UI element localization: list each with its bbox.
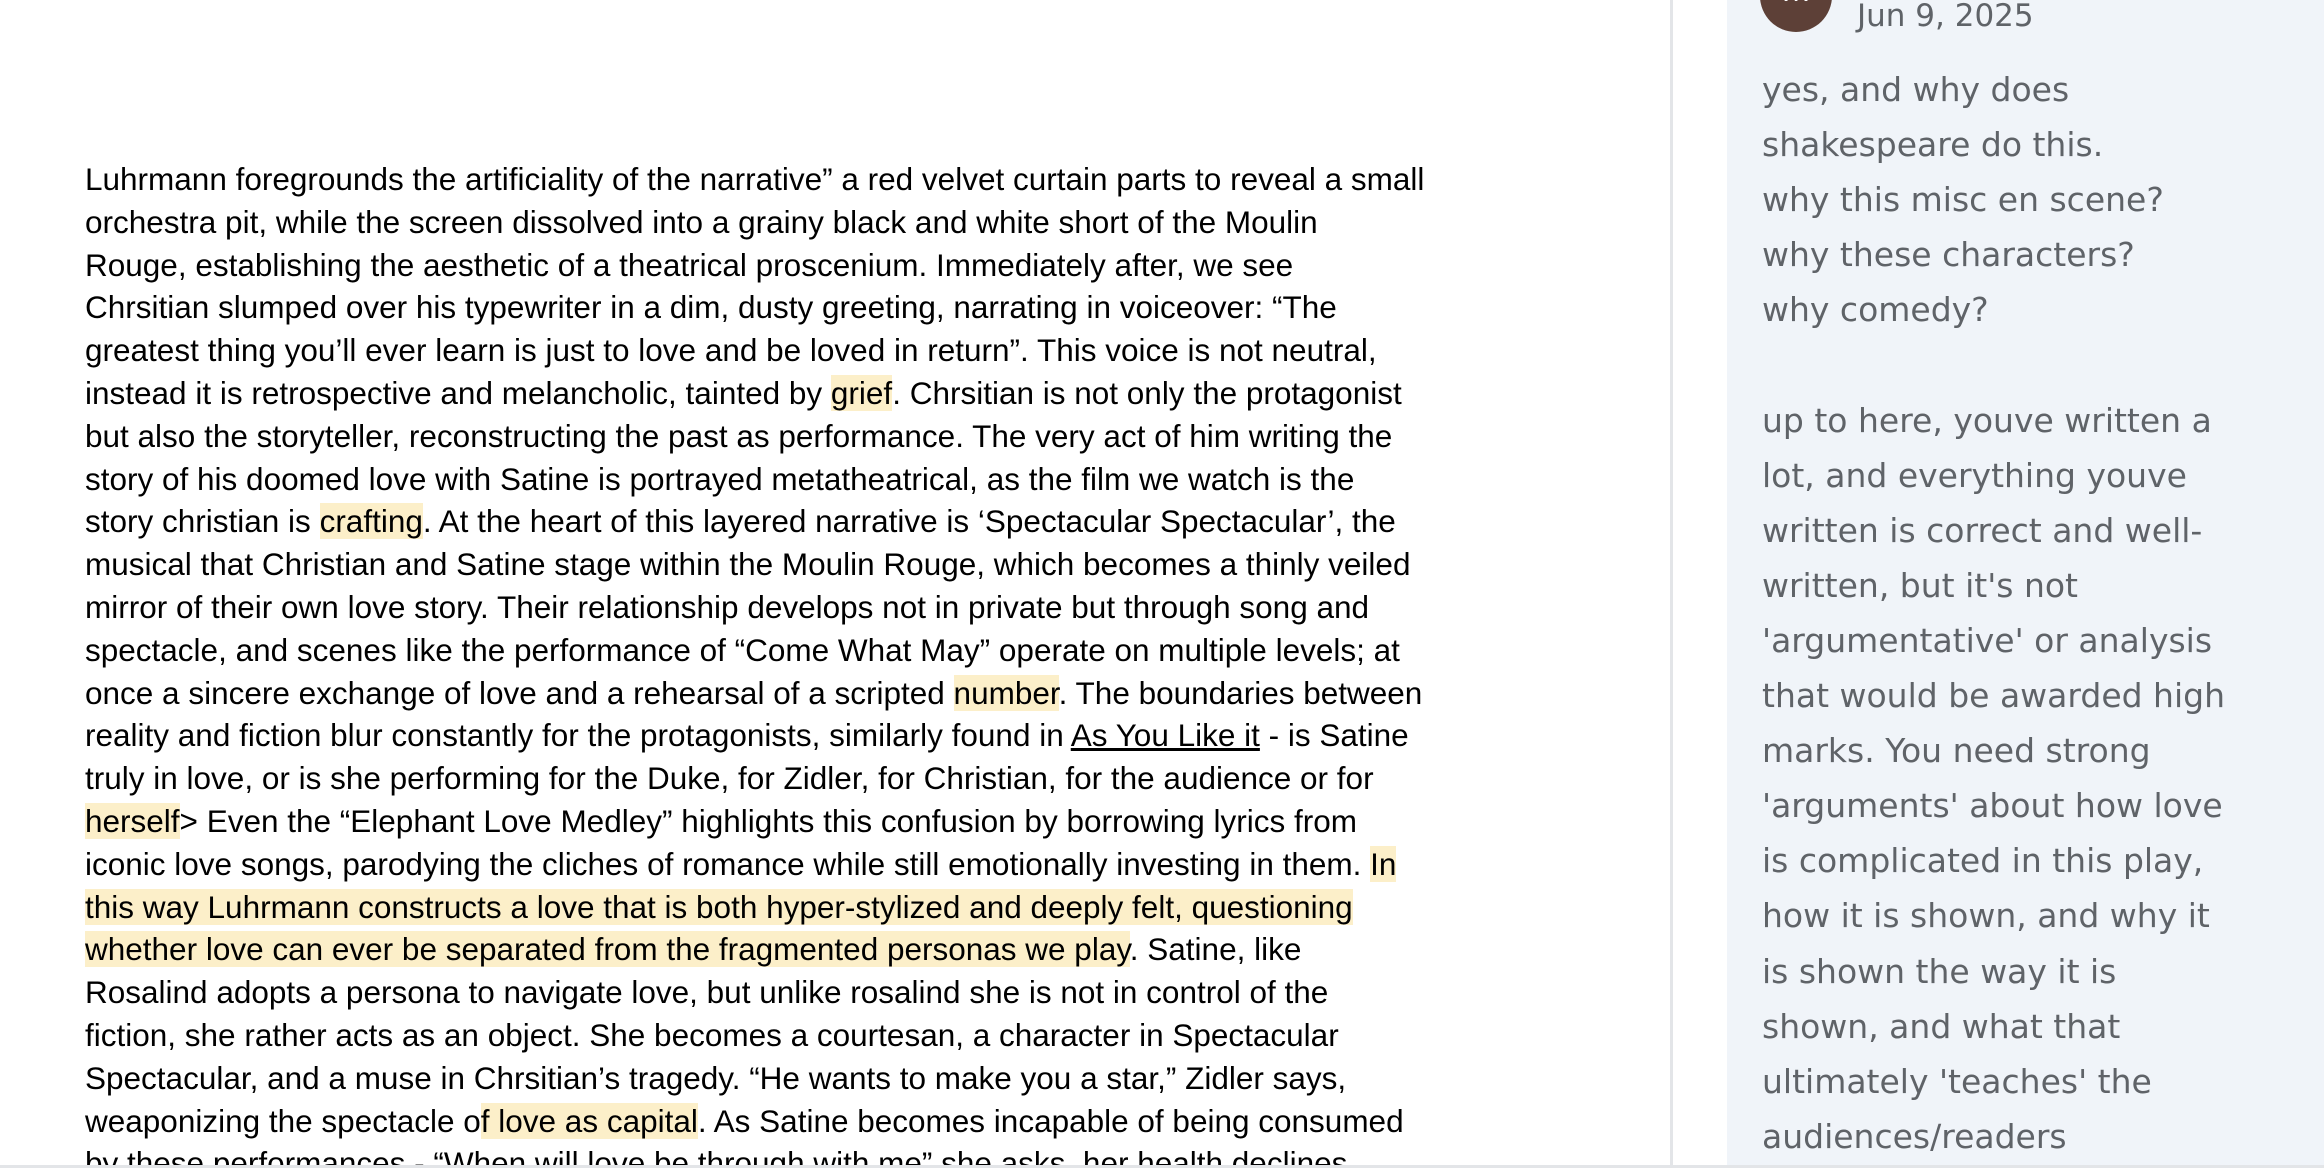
text-run: . Chrsitian is not only the protagonist bbox=[892, 374, 1402, 411]
document-line: fiction, she rather acts as an object. S… bbox=[85, 1014, 1505, 1057]
comment-line: 'arguments' about how love bbox=[1762, 786, 2223, 826]
comment-line: 'argumentative' or analysis bbox=[1762, 620, 2213, 660]
text-run: fiction, she rather acts as an object. S… bbox=[85, 1016, 1339, 1053]
comment-line: ultimately 'teaches' the bbox=[1762, 1061, 2152, 1101]
document-line: Rouge, establishing the aesthetic of a t… bbox=[85, 244, 1505, 287]
text-run: mirror of their own love story. Their re… bbox=[85, 588, 1370, 625]
document-line: but also the storyteller, reconstructing… bbox=[85, 415, 1505, 458]
highlighted-text[interactable]: crafting bbox=[319, 503, 423, 540]
text-run: - is Satine bbox=[1259, 717, 1409, 754]
document-line: weaponizing the spectacle of love as cap… bbox=[85, 1100, 1505, 1143]
text-run: Luhrmann foregrounds the artificiality o… bbox=[85, 161, 1425, 197]
document-line: iconic love songs, parodying the cliches… bbox=[85, 843, 1505, 886]
text-run: Spectacular, and a muse in Chrsitian’s t… bbox=[85, 1059, 1347, 1096]
document-line: spectacle, and scenes like the performan… bbox=[85, 629, 1505, 672]
comment-line: why this misc en scene? bbox=[1762, 180, 2164, 220]
text-run: . As Satine becomes incapable of being c… bbox=[697, 1102, 1404, 1139]
text-run: > Even the “Elephant Love Medley” highli… bbox=[179, 802, 1358, 839]
document-line: greatest thing you’ll ever learn is just… bbox=[85, 329, 1505, 372]
text-run: weaponizing the spectacle o bbox=[85, 1102, 481, 1139]
highlighted-text[interactable]: number bbox=[953, 674, 1059, 711]
comment-line: why these characters? bbox=[1762, 235, 2135, 275]
document-line: Luhrmann foregrounds the artificiality o… bbox=[85, 158, 1505, 201]
comment-line: is shown the way it is bbox=[1762, 951, 2117, 991]
docs-page: Luhrmann foregrounds the artificiality o… bbox=[0, 0, 2324, 1168]
text-run: once a sincere exchange of love and a re… bbox=[85, 674, 954, 711]
document-line: herself> Even the “Elephant Love Medley”… bbox=[85, 800, 1505, 843]
comment-line: lot, and everything youve bbox=[1762, 455, 2187, 495]
text-run: Rosalind adopts a persona to navigate lo… bbox=[85, 974, 1329, 1011]
avatar-initial: M bbox=[1760, 0, 1832, 20]
document-canvas[interactable]: Luhrmann foregrounds the artificiality o… bbox=[0, 0, 1670, 1168]
text-run: reality and fiction blur constantly for … bbox=[85, 717, 1071, 754]
text-run: instead it is retrospective and melancho… bbox=[85, 374, 831, 411]
document-line: whether love can ever be separated from … bbox=[85, 928, 1505, 971]
document-line: this way Luhrmann constructs a love that… bbox=[85, 886, 1505, 929]
text-run: orchestra pit, while the screen dissolve… bbox=[85, 203, 1318, 240]
document-line: Spectacular, and a muse in Chrsitian’s t… bbox=[85, 1057, 1505, 1100]
text-run: story christian is bbox=[85, 503, 320, 540]
comment-line: is complicated in this play, bbox=[1762, 841, 2204, 881]
comment-line: how it is shown, and why it bbox=[1762, 896, 2210, 936]
comment-line: written is correct and well- bbox=[1762, 510, 2203, 550]
document-line: Chrsitian slumped over his typewriter in… bbox=[85, 286, 1505, 329]
comment-line: shakespeare do this. bbox=[1762, 125, 2104, 165]
comments-gutter bbox=[1673, 0, 1727, 1168]
document-line: orchestra pit, while the screen dissolve… bbox=[85, 201, 1505, 244]
document-line: Rosalind adopts a persona to navigate lo… bbox=[85, 971, 1505, 1014]
comment-line: marks. You need strong bbox=[1762, 731, 2151, 771]
document-body[interactable]: Luhrmann foregrounds the artificiality o… bbox=[85, 158, 1505, 1168]
comment-line: why comedy? bbox=[1762, 290, 1989, 330]
document-line: instead it is retrospective and melancho… bbox=[85, 372, 1505, 415]
document-line: reality and fiction blur constantly for … bbox=[85, 714, 1505, 757]
text-run: but also the storyteller, reconstructing… bbox=[85, 417, 1393, 454]
highlighted-text[interactable]: In bbox=[1370, 845, 1397, 882]
text-run: greatest thing you’ll ever learn is just… bbox=[85, 332, 1377, 369]
highlighted-text[interactable]: herself bbox=[85, 802, 180, 839]
text-run: Chrsitian slumped over his typewriter in… bbox=[85, 289, 1337, 326]
comment-text: yes, and why does shakespeare do this. why… bbox=[1762, 62, 2307, 1164]
comment-line: written, but it's not bbox=[1762, 565, 2078, 605]
text-run: iconic love songs, parodying the cliches… bbox=[85, 845, 1371, 882]
document-line: musical that Christian and Satine stage … bbox=[85, 543, 1505, 586]
document-line: mirror of their own love story. Their re… bbox=[85, 586, 1505, 629]
comment-date: Jun 9, 2025 bbox=[1857, 0, 2034, 34]
comment-line: yes, and why does bbox=[1762, 70, 2070, 109]
text-run: musical that Christian and Satine stage … bbox=[85, 546, 1411, 583]
document-line: once a sincere exchange of love and a re… bbox=[85, 672, 1505, 715]
highlighted-text[interactable]: whether love can ever be separated from … bbox=[85, 931, 1130, 968]
underlined-text[interactable]: As You Like it bbox=[1071, 717, 1260, 753]
comment-paragraph-gap bbox=[1762, 337, 2307, 392]
text-run: spectacle, and scenes like the performan… bbox=[85, 631, 1400, 668]
comment-line: audiences/readers bbox=[1762, 1116, 2067, 1156]
text-run: . The boundaries between bbox=[1058, 674, 1423, 711]
comment-line: shown, and what that bbox=[1762, 1006, 2121, 1046]
text-run: . At the heart of this layered narrative… bbox=[422, 503, 1396, 540]
highlighted-text[interactable]: f love as capital bbox=[480, 1102, 698, 1139]
document-line: story of his doomed love with Satine is … bbox=[85, 458, 1505, 501]
comment-card[interactable]: M Jun 9, 2025 yes, and why does shakespea… bbox=[1727, 0, 2324, 1168]
highlighted-text[interactable]: grief bbox=[830, 374, 893, 411]
text-run: Rouge, establishing the aesthetic of a t… bbox=[85, 246, 1294, 283]
text-run: . Satine, like bbox=[1129, 931, 1302, 968]
avatar[interactable]: M bbox=[1760, 0, 1832, 32]
document-line: truly in love, or is she performing for … bbox=[85, 757, 1505, 800]
document-line: story christian is crafting. At the hear… bbox=[85, 500, 1505, 543]
text-run: truly in love, or is she performing for … bbox=[85, 760, 1374, 797]
highlighted-text[interactable]: this way Luhrmann constructs a love that… bbox=[85, 888, 1353, 925]
text-run: story of his doomed love with Satine is … bbox=[85, 460, 1355, 497]
comment-line: that would be awarded high bbox=[1762, 676, 2225, 716]
comment-line: up to here, youve written a bbox=[1762, 400, 2212, 440]
